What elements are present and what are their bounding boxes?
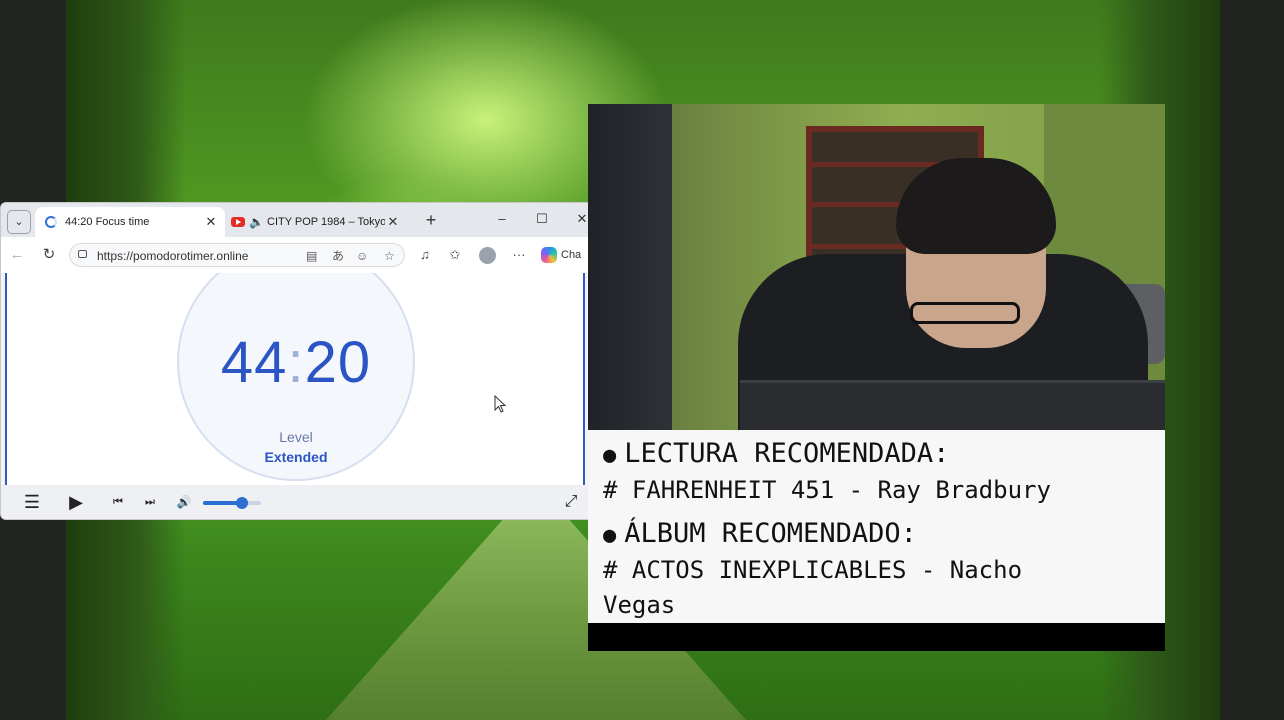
fullscreen-icon[interactable]: ⤢ [561, 492, 581, 512]
media-icon[interactable]: ♫ [415, 245, 435, 265]
translate-icon[interactable]: あ [332, 244, 344, 268]
laptop [740, 380, 1165, 430]
minimize-button[interactable]: – [487, 209, 517, 229]
volume-slider[interactable] [203, 497, 261, 509]
refresh-icon[interactable]: ↻ [39, 245, 59, 265]
album-heading: ● ÁLBUM RECOMENDADO: [603, 518, 917, 549]
play-icon[interactable]: ▶ [65, 492, 87, 512]
menu-icon[interactable]: ☰ [21, 492, 43, 512]
pomodoro-page: 44:20 Level Extended [5, 273, 585, 485]
bottom-black-bar [588, 623, 1165, 651]
profile-icon[interactable] [479, 247, 496, 264]
tab-title: CITY POP 1984 – Tokyo N [267, 216, 385, 228]
level-label: Level [279, 429, 313, 445]
tab-focus-time[interactable]: 44:20 Focus time ✕ [35, 207, 225, 237]
person-hair [896, 158, 1056, 254]
back-icon[interactable]: ← [7, 245, 27, 265]
favorite-icon[interactable]: ☆ [384, 244, 395, 268]
timer-display: 44:20 [177, 329, 415, 396]
next-icon[interactable]: ⏭ [141, 492, 159, 512]
right-frame-border [1220, 0, 1284, 720]
copilot-button[interactable]: Cha [541, 245, 589, 265]
more-icon[interactable]: ··· [509, 245, 529, 265]
timer-separator: : [287, 330, 305, 395]
bullet: ● [603, 443, 617, 468]
url-field[interactable]: https://pomodorotimer.online ▤ あ ☺ ☆ [69, 243, 405, 267]
timer-seconds: 20 [304, 330, 372, 395]
tab-bar: ⌄ 44:20 Focus time ✕ 🔈 CITY POP 1984 – T… [1, 203, 589, 237]
album-item-line-2: Vegas [603, 591, 676, 619]
reading-item: # FAHRENHEIT 451 - Ray Bradbury [603, 476, 1051, 504]
tab-title: 44:20 Focus time [65, 216, 150, 228]
close-icon[interactable]: ✕ [203, 214, 219, 230]
maximize-button[interactable]: ☐ [527, 209, 557, 229]
person-glasses [910, 302, 1020, 324]
browser-window: ⌄ 44:20 Focus time ✕ 🔈 CITY POP 1984 – T… [0, 202, 590, 520]
cursor-icon [494, 395, 507, 413]
speaker-icon[interactable]: 🔈 [249, 215, 264, 229]
webcam-view [588, 104, 1165, 430]
bullet: ● [603, 523, 617, 548]
close-window-button[interactable]: ✕ [567, 209, 589, 229]
favorites-icon[interactable]: ✩ [445, 245, 465, 265]
media-player-bar: ☰ ▶ ⏮ ⏭ 🔊 ⤢ [1, 485, 589, 519]
wardrobe [588, 104, 672, 430]
address-bar: ← ↻ https://pomodorotimer.online ▤ あ ☺ ☆… [1, 237, 589, 273]
close-icon[interactable]: ✕ [385, 214, 401, 230]
volume-icon[interactable]: 🔊 [175, 492, 193, 512]
album-heading-text: ÁLBUM RECOMENDADO: [624, 518, 917, 549]
level-value[interactable]: Extended [177, 449, 415, 465]
copilot-icon [541, 247, 557, 264]
youtube-icon [231, 217, 245, 227]
tab-city-pop[interactable]: 🔈 CITY POP 1984 – Tokyo N ✕ [227, 207, 407, 237]
recommendations-panel: ● LECTURA RECOMENDADA: # FAHRENHEIT 451 -… [588, 430, 1165, 623]
timer-favicon-icon [45, 216, 57, 228]
new-tab-button[interactable]: + [421, 209, 441, 231]
album-item-line-1: # ACTOS INEXPLICABLES - Nacho [603, 556, 1023, 584]
reading-heading-text: LECTURA RECOMENDADA: [624, 438, 950, 469]
copilot-label: Cha [561, 249, 582, 261]
reading-heading: ● LECTURA RECOMENDADA: [603, 438, 949, 469]
emoji-icon[interactable]: ☺ [356, 244, 368, 268]
lock-icon[interactable] [78, 250, 87, 258]
volume-knob[interactable] [236, 497, 249, 509]
timer-minutes: 44 [220, 330, 288, 395]
reader-icon[interactable]: ▤ [306, 244, 317, 268]
url-text: https://pomodorotimer.online [97, 249, 249, 263]
tab-list-icon[interactable]: ⌄ [7, 210, 31, 234]
previous-icon[interactable]: ⏮ [109, 492, 127, 512]
